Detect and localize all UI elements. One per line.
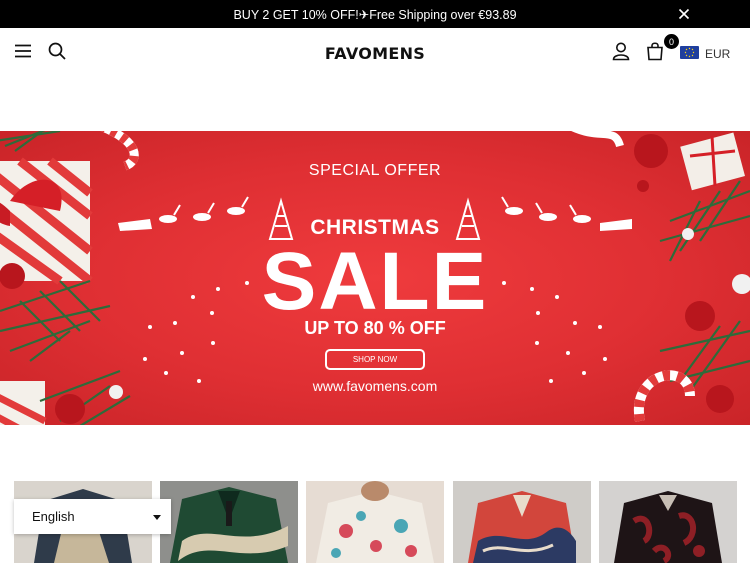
language-selected-label: English (32, 509, 75, 524)
account-icon[interactable] (610, 40, 632, 62)
christmas-sale-banner[interactable]: SPECIAL OFFER CHRISTMAS SALE UP TO 80 % … (0, 131, 750, 425)
announcement-bar: BUY 2 GET 10% OFF!✈Free Shipping over €9… (0, 0, 750, 28)
product-image (306, 481, 444, 563)
announcement-text: BUY 2 GET 10% OFF!✈Free Shipping over €9… (233, 7, 517, 22)
language-selector[interactable]: English (14, 499, 171, 534)
cart-icon[interactable] (644, 40, 666, 62)
product-image (160, 481, 298, 563)
site-header: FAVOMENS (0, 28, 750, 80)
product-thumbnail-2[interactable] (160, 481, 298, 563)
currency-selector[interactable]: EUR (705, 47, 730, 61)
product-image (599, 481, 737, 563)
special-offer-text: SPECIAL OFFER (308, 162, 442, 179)
eu-flag-icon[interactable] (680, 46, 699, 59)
site-url-text: www.favomens.com (312, 378, 438, 394)
product-thumbnail-5[interactable] (599, 481, 737, 563)
cart-count-badge: 0 (664, 34, 679, 49)
product-image (453, 481, 591, 563)
close-icon[interactable] (676, 6, 692, 22)
product-thumbnail-3[interactable] (306, 481, 444, 563)
sale-heading: SALE (261, 236, 489, 327)
site-logo[interactable]: FAVOMENS (0, 44, 750, 63)
shop-now-button[interactable]: SHOP NOW (325, 349, 425, 370)
caret-down-icon (153, 515, 161, 520)
product-thumbnail-4[interactable] (453, 481, 591, 563)
discount-text: UP TO 80 % OFF (304, 318, 446, 338)
